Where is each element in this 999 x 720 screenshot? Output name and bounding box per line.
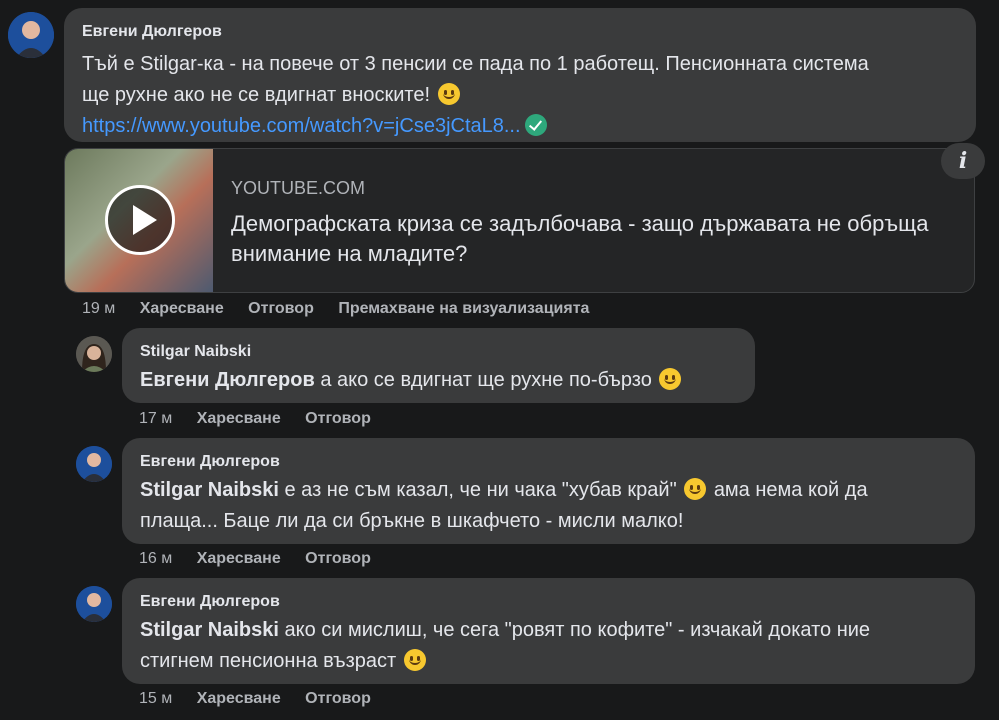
like-button[interactable]: Харесване <box>140 300 224 317</box>
user-avatar-icon <box>8 12 54 58</box>
remove-preview-button[interactable]: Премахване на визуализацията <box>338 300 589 317</box>
comment-time[interactable]: 15 м <box>139 690 172 707</box>
comment-text: Евгени Дюлгеров а ако се вдигнат ще рухн… <box>140 365 750 396</box>
verified-check-icon <box>524 114 547 136</box>
video-thumbnail[interactable] <box>65 149 213 292</box>
reply-button[interactable]: Отговор <box>305 410 371 427</box>
comment-bubble: Евгени Дюлгеров Тъй е Stilgar-ка - на по… <box>64 8 976 142</box>
mention-link[interactable]: Евгени Дюлгеров <box>140 369 315 391</box>
like-button[interactable]: Харесване <box>197 550 281 567</box>
reply-button[interactable]: Отговор <box>248 300 314 317</box>
comment-author[interactable]: Stilgar Naibski <box>140 343 251 361</box>
youtube-link[interactable]: https://www.youtube.com/watch?v=jCse3jCt… <box>82 115 521 137</box>
comment-time[interactable]: 17 м <box>139 410 172 427</box>
smile-emoji-icon <box>659 368 682 390</box>
comment-author[interactable]: Евгени Дюлгеров <box>140 593 280 611</box>
comment-line: Тъй е Stilgar-ка - на повече от 3 пенсии… <box>82 53 869 75</box>
user-avatar-icon <box>76 446 112 482</box>
comment-text: Stilgar Naibski е аз не съм казал, че ни… <box>140 475 970 537</box>
preview-source: YOUTUBE.COM <box>231 178 366 198</box>
comment-line-text: ама нема кой да <box>713 479 868 501</box>
reply-button[interactable]: Отговор <box>305 550 371 567</box>
link-preview-card[interactable]: YOUTUBE.COM Демографската криза се задъл… <box>64 148 975 293</box>
like-button[interactable]: Харесване <box>197 410 281 427</box>
mention-link[interactable]: Stilgar Naibski <box>140 479 279 501</box>
comment-text: Stilgar Naibski ако си мислиш, че сега "… <box>140 615 970 677</box>
smile-emoji-icon <box>437 83 460 105</box>
smile-emoji-icon <box>684 478 707 500</box>
link-line: https://www.youtube.com/watch?v=jCse3jCt… <box>82 111 962 142</box>
comment-bubble: Евгени Дюлгеров Stilgar Naibski е аз не … <box>122 438 975 544</box>
avatar[interactable] <box>76 446 112 482</box>
comment-meta: 15 м Харесване Отговор <box>139 690 391 708</box>
comment-line-text: ако си мислиш, че сега "ровят по кофите"… <box>284 619 871 641</box>
comment-meta: 19 м Харесване Отговор Премахване на виз… <box>82 300 609 318</box>
comment-author[interactable]: Евгени Дюлгеров <box>140 453 280 471</box>
comment-line: ще рухне ако не се вдигнат вноските! <box>82 80 962 111</box>
avatar[interactable] <box>8 12 54 58</box>
reply-button[interactable]: Отговор <box>305 690 371 707</box>
comment-time[interactable]: 19 м <box>82 300 115 317</box>
comment-meta: 17 м Харесване Отговор <box>139 410 391 428</box>
comment-line: Stilgar Naibski ако си мислиш, че сега "… <box>140 615 970 646</box>
comment-bubble: Евгени Дюлгеров Stilgar Naibski ако си м… <box>122 578 975 684</box>
comment-line: стигнем пенсионна възраст <box>140 646 970 677</box>
info-icon[interactable]: i <box>941 143 985 179</box>
comment-bubble: Stilgar Naibski Евгени Дюлгеров а ако се… <box>122 328 755 403</box>
preview-title[interactable]: Демографската криза се задълбочава - защ… <box>231 209 951 269</box>
comment-line: плаща... Баце ли да си бръкне в шкафчето… <box>140 510 684 532</box>
comment-line-text: е аз не съм казал, че ни чака "хубав кра… <box>284 479 677 501</box>
comment-meta: 16 м Харесване Отговор <box>139 550 391 568</box>
avatar[interactable] <box>76 336 112 372</box>
comment-line-text: а ако се вдигнат ще рухне по-бързо <box>320 369 652 391</box>
avatar[interactable] <box>76 586 112 622</box>
user-avatar-icon <box>76 336 112 372</box>
mention-link[interactable]: Stilgar Naibski <box>140 619 279 641</box>
smile-emoji-icon <box>403 649 426 671</box>
comment-line-text: ще рухне ако не се вдигнат вноските! <box>82 84 431 106</box>
comment-line: Stilgar Naibski е аз не съм казал, че ни… <box>140 475 970 506</box>
comment-time[interactable]: 16 м <box>139 550 172 567</box>
play-icon[interactable] <box>105 185 175 255</box>
like-button[interactable]: Харесване <box>197 690 281 707</box>
comment-line-text: стигнем пенсионна възраст <box>140 650 397 672</box>
comment-author[interactable]: Евгени Дюлгеров <box>82 23 222 41</box>
user-avatar-icon <box>76 586 112 622</box>
comment-text: Тъй е Stilgar-ка - на повече от 3 пенсии… <box>82 49 962 142</box>
